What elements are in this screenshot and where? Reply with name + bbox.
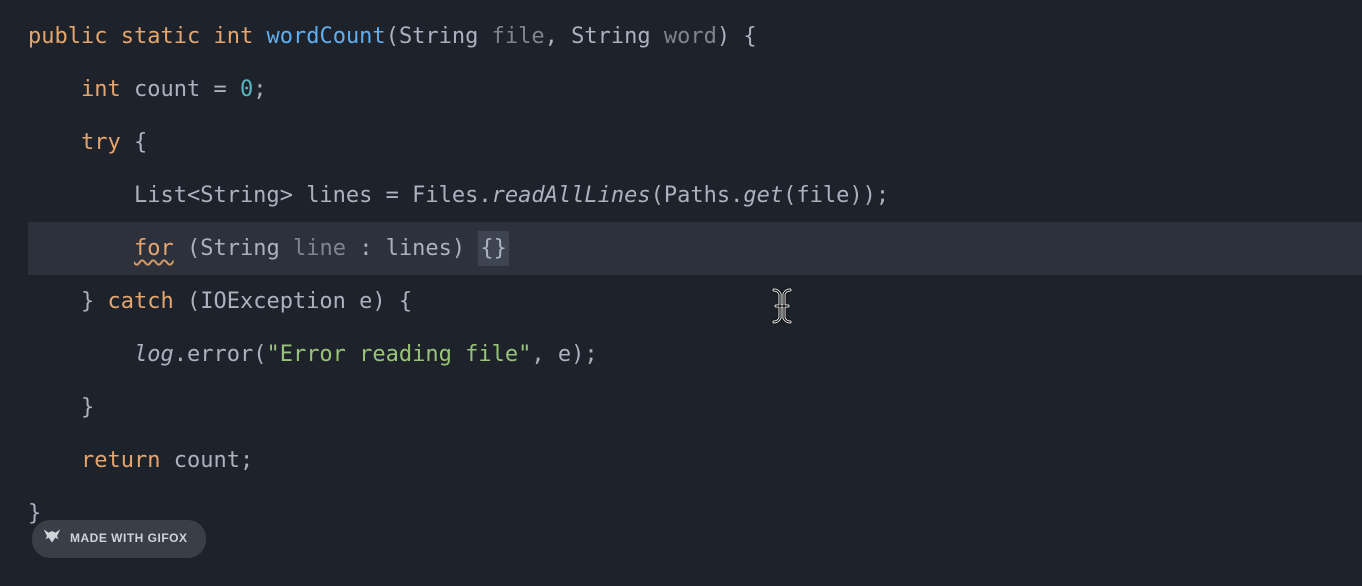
type-string: String: [200, 178, 279, 213]
brace-open: {: [399, 284, 412, 319]
class-paths: Paths: [664, 178, 730, 213]
equals: =: [386, 178, 399, 213]
variable-count: count: [134, 72, 200, 107]
paren-open: (: [651, 178, 664, 213]
string-literal: "Error reading file": [266, 337, 531, 372]
brace-open: {: [743, 19, 756, 54]
variable-lines: lines: [386, 231, 452, 266]
keyword-int: int: [213, 19, 253, 54]
code-line-7[interactable]: log.error("Error reading file", e);: [28, 328, 1362, 381]
comma: ,: [545, 19, 558, 54]
dot: .: [478, 178, 491, 213]
code-line-5-highlighted[interactable]: for (String line : lines) {}: [28, 222, 1362, 275]
keyword-static: static: [121, 19, 200, 54]
gifox-badge-text: MADE WITH GIFOX: [70, 529, 188, 548]
code-line-9[interactable]: return count;: [28, 434, 1362, 487]
keyword-try: try: [81, 125, 121, 160]
arg-e: e: [558, 337, 571, 372]
fox-icon: [42, 526, 62, 552]
code-line-3[interactable]: try {: [28, 116, 1362, 169]
param-name-2: word: [664, 19, 717, 54]
paren-close: ): [372, 284, 385, 319]
brace-close: }: [81, 390, 94, 425]
code-editor[interactable]: public static int wordCount(String file,…: [0, 10, 1362, 540]
keyword-catch: catch: [107, 284, 173, 319]
type-ioexception: IOException: [200, 284, 346, 319]
class-files: Files: [412, 178, 478, 213]
equals: =: [213, 72, 226, 107]
code-line-6[interactable]: } catch (IOException e) {: [28, 275, 1362, 328]
keyword-return: return: [81, 443, 160, 478]
variable-e: e: [359, 284, 372, 319]
variable-lines: lines: [306, 178, 372, 213]
dot: .: [174, 337, 187, 372]
paren-open: (: [187, 231, 200, 266]
paren-close: ): [452, 231, 465, 266]
param-name-1: file: [492, 19, 545, 54]
number-zero: 0: [240, 72, 253, 107]
keyword-public: public: [28, 19, 107, 54]
paren-close: ): [571, 337, 584, 372]
semicolon: ;: [240, 443, 253, 478]
keyword-int: int: [81, 72, 121, 107]
paren-close: ): [863, 178, 876, 213]
keyword-for-warning: for: [134, 231, 174, 266]
code-line-2[interactable]: int count = 0;: [28, 63, 1362, 116]
method-error: error: [187, 337, 253, 372]
brace-open: {: [134, 125, 147, 160]
code-line-1[interactable]: public static int wordCount(String file,…: [28, 10, 1362, 63]
code-line-10[interactable]: }: [28, 487, 1362, 540]
code-line-4[interactable]: List<String> lines = Files.readAllLines(…: [28, 169, 1362, 222]
paren-open: (: [253, 337, 266, 372]
semicolon: ;: [876, 178, 889, 213]
brace-close: }: [81, 284, 94, 319]
comma: ,: [531, 337, 544, 372]
type-list: List: [134, 178, 187, 213]
angle-open: <: [187, 178, 200, 213]
param-type-2: String: [571, 19, 650, 54]
type-string: String: [200, 231, 279, 266]
dot: .: [730, 178, 743, 213]
method-readalllines: readAllLines: [492, 178, 651, 213]
function-name: wordCount: [266, 19, 385, 54]
code-line-8[interactable]: }: [28, 381, 1362, 434]
colon: :: [359, 231, 372, 266]
arg-file: file: [796, 178, 849, 213]
variable-count: count: [174, 443, 240, 478]
angle-close: >: [280, 178, 293, 213]
semicolon: ;: [253, 72, 266, 107]
paren-close: ): [849, 178, 862, 213]
param-type-1: String: [399, 19, 478, 54]
semicolon: ;: [584, 337, 597, 372]
gifox-badge[interactable]: MADE WITH GIFOX: [32, 520, 206, 558]
field-log: log: [134, 337, 174, 372]
paren-open: (: [386, 19, 399, 54]
paren-close: ): [717, 19, 730, 54]
empty-braces: {}: [478, 231, 509, 266]
variable-line: line: [293, 231, 346, 266]
paren-open: (: [783, 178, 796, 213]
paren-open: (: [187, 284, 200, 319]
method-get: get: [743, 178, 783, 213]
